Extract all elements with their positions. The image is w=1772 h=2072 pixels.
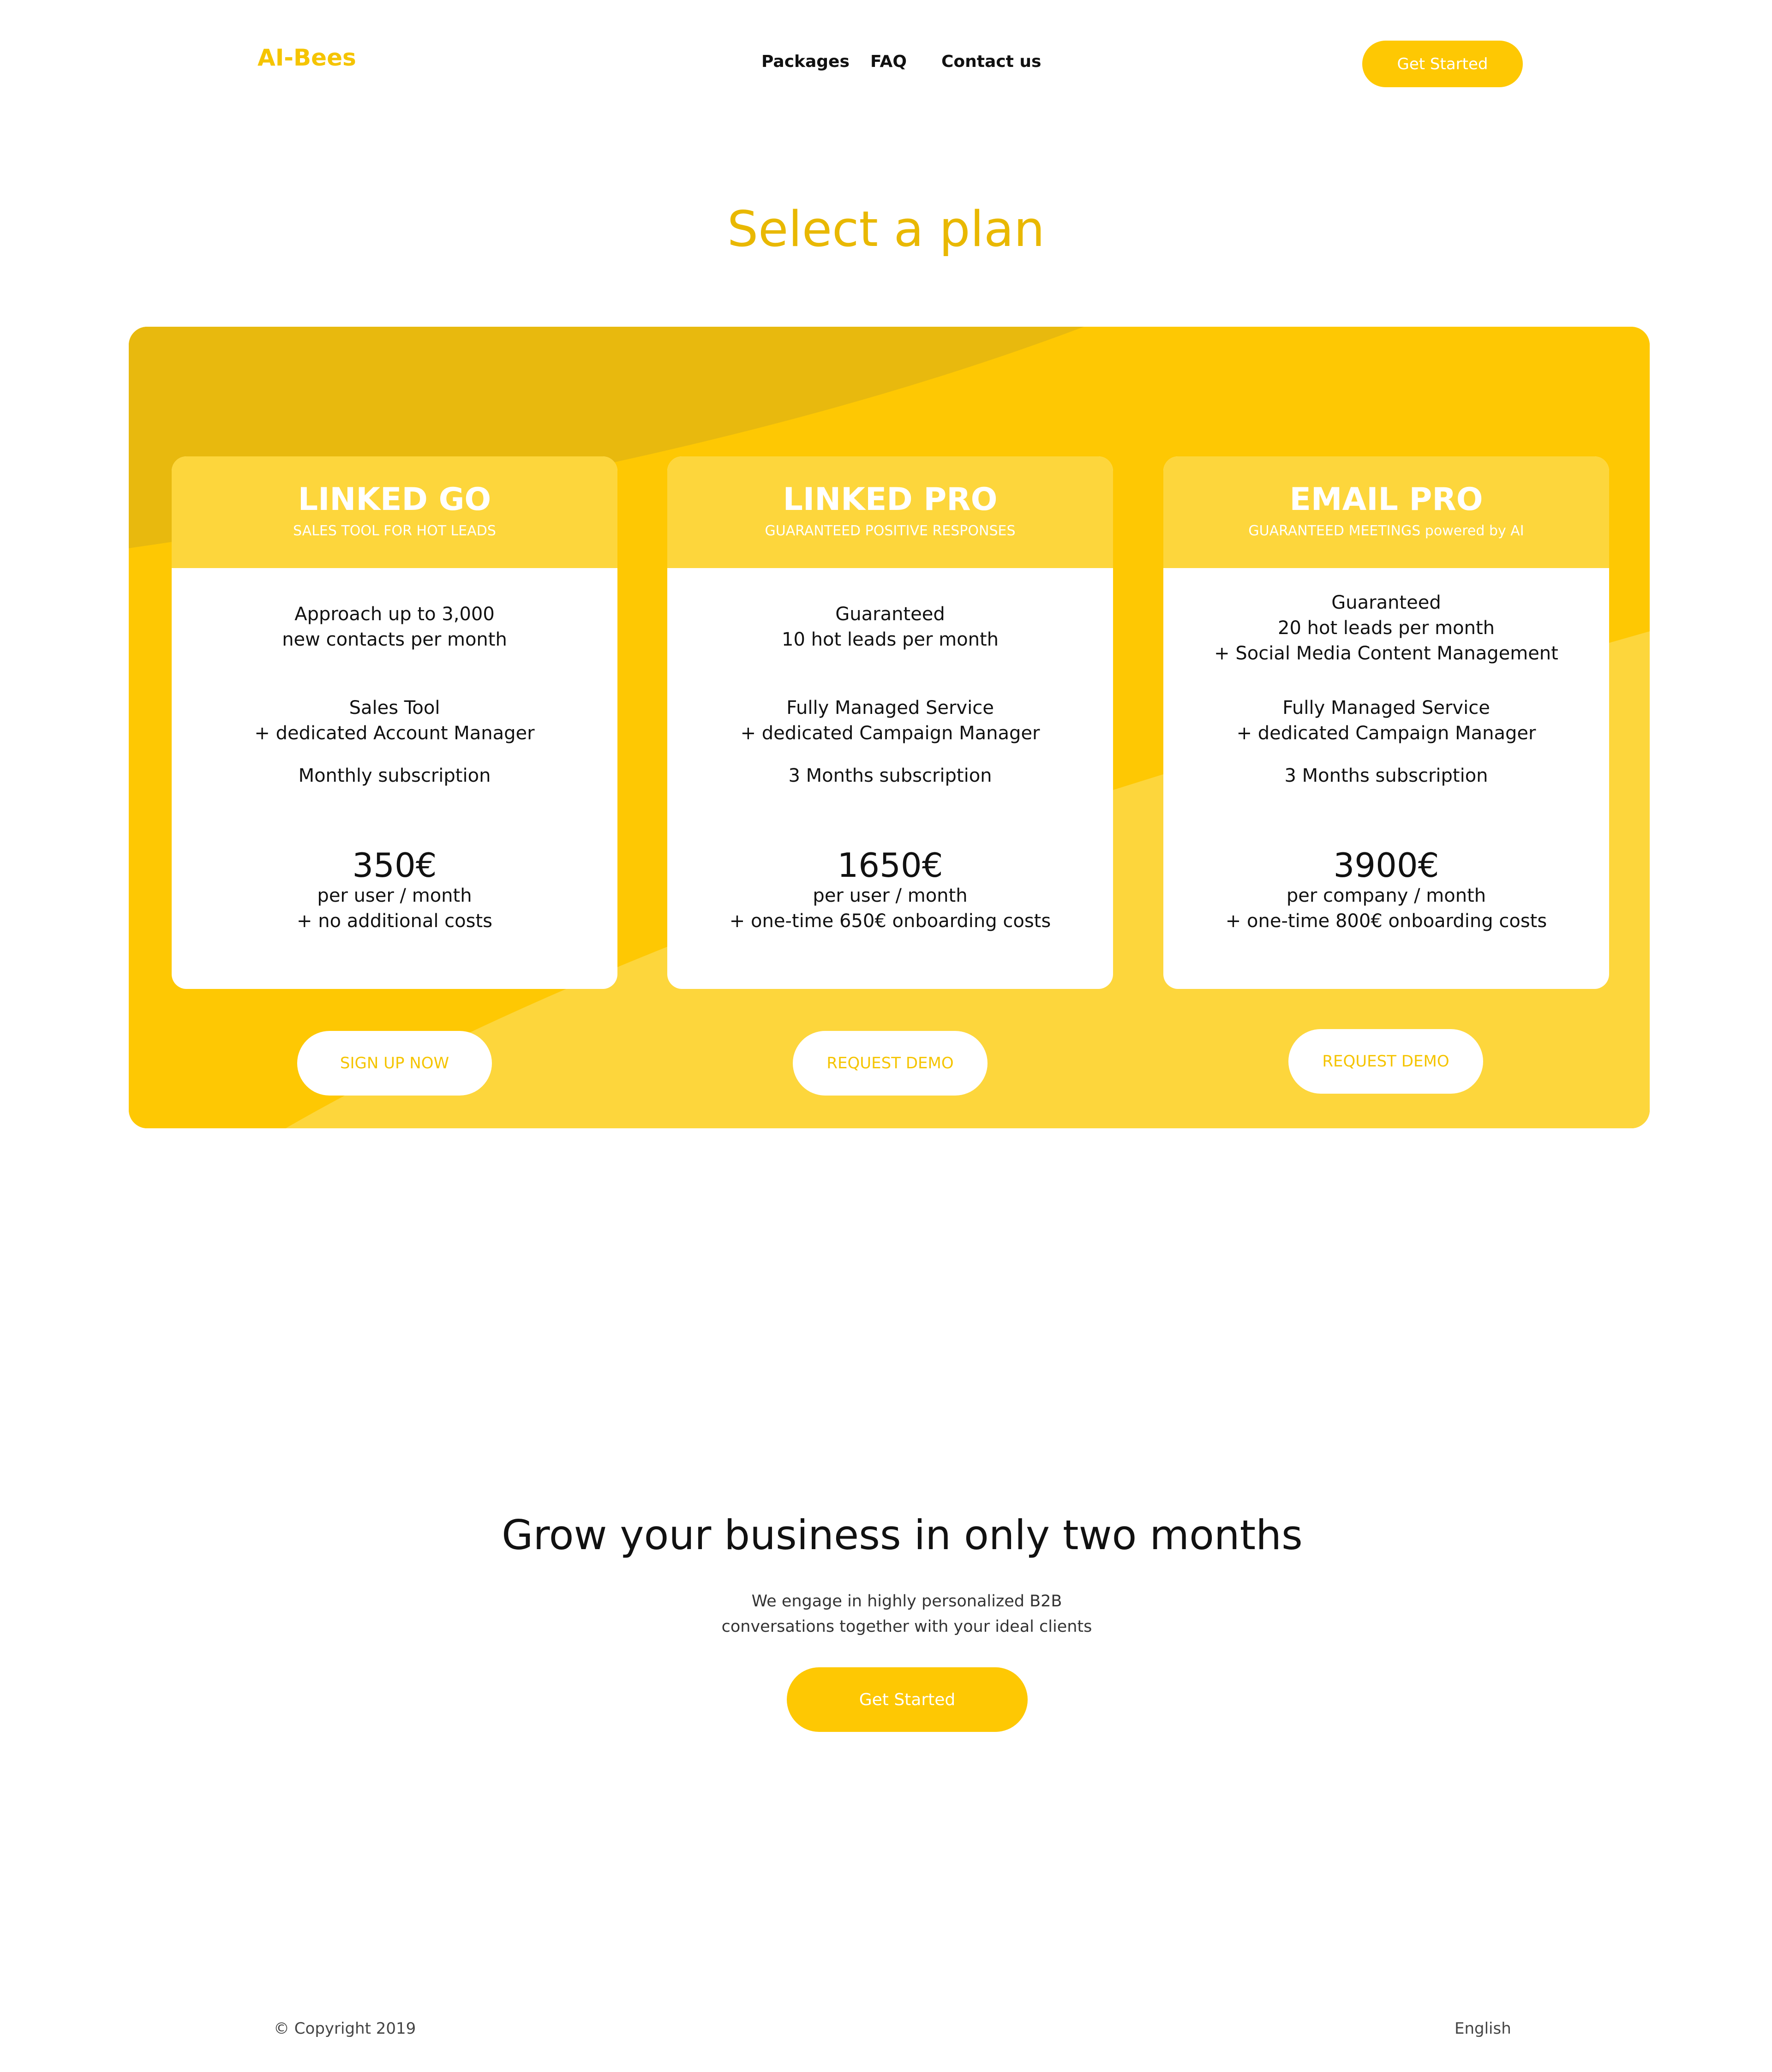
plan-price: 3900€ (1333, 846, 1439, 885)
grow-title: Grow your business in only two months (502, 1511, 1303, 1559)
feature-line: Monthly subscription (298, 765, 491, 786)
feature-line: new contacts per month (282, 629, 507, 650)
plan-tagline: SALES TOOL FOR HOT LEADS (293, 523, 496, 539)
plans-panel: LINKED GO SALES TOOL FOR HOT LEADS Appro… (129, 327, 1650, 1128)
feature-line: + Social Media Content Management (1214, 643, 1558, 664)
plan-card-linked-go: LINKED GO SALES TOOL FOR HOT LEADS Appro… (172, 456, 617, 989)
sign-up-now-button[interactable]: SIGN UP NOW (297, 1031, 492, 1096)
feature-line: + dedicated Account Manager (254, 723, 535, 744)
plan-tagline: GUARANTEED POSITIVE RESPONSES (765, 523, 1016, 539)
feature-line: + dedicated Campaign Manager (1236, 723, 1536, 744)
feature-line: Fully Managed Service (786, 697, 994, 719)
plan-name: LINKED GO (298, 481, 491, 518)
feature-line: Sales Tool (349, 697, 440, 719)
grow-description-line: conversations together with your ideal c… (721, 1617, 1092, 1636)
feature-line: 3 Months subscription (788, 765, 992, 786)
plan-card-header: LINKED GO SALES TOOL FOR HOT LEADS (172, 456, 617, 568)
plan-card-header: EMAIL PRO GUARANTEED MEETINGS powered by… (1163, 456, 1609, 568)
feature-line: Fully Managed Service (1282, 697, 1490, 719)
plan-feature: Monthly subscription (172, 763, 617, 789)
request-demo-button-email-pro[interactable]: REQUEST DEMO (1288, 1029, 1483, 1094)
price-note-line: per user / month (317, 885, 472, 906)
plan-feature: Fully Managed Service + dedicated Campai… (1163, 695, 1609, 746)
language-selector[interactable]: English (1455, 2019, 1511, 2038)
plan-feature: 3 Months subscription (1163, 763, 1609, 789)
price-note-line: + one-time 800€ onboarding costs (1225, 910, 1547, 932)
plan-tagline: GUARANTEED MEETINGS powered by AI (1248, 523, 1524, 539)
plan-feature: Guaranteed 10 hot leads per month (667, 602, 1113, 653)
plan-price-notes: per user / month + one-time 650€ onboard… (667, 883, 1113, 934)
plan-price-notes: per company / month + one-time 800€ onbo… (1163, 883, 1609, 934)
feature-line: Guaranteed (835, 604, 945, 625)
nav-packages[interactable]: Packages (761, 52, 850, 71)
plan-feature: Sales Tool + dedicated Account Manager (172, 695, 617, 746)
feature-line: Approach up to 3,000 (294, 604, 495, 625)
copyright-text: © Copyright 2019 (274, 2019, 416, 2038)
plan-feature: Guaranteed 20 hot leads per month + Soci… (1163, 590, 1609, 666)
select-plan-title: Select a plan (727, 201, 1045, 258)
plan-card-linked-pro: LINKED PRO GUARANTEED POSITIVE RESPONSES… (667, 456, 1113, 989)
feature-line: + dedicated Campaign Manager (740, 723, 1040, 744)
plan-feature: Approach up to 3,000 new contacts per mo… (172, 602, 617, 653)
plan-price-notes: per user / month + no additional costs (172, 883, 617, 934)
plan-name: EMAIL PRO (1289, 481, 1483, 518)
feature-line: 20 hot leads per month (1278, 617, 1495, 639)
plan-feature: Fully Managed Service + dedicated Campai… (667, 695, 1113, 746)
plan-price: 350€ (352, 846, 437, 885)
nav-contact-us[interactable]: Contact us (941, 52, 1041, 71)
price-note-line: per company / month (1286, 885, 1486, 906)
plan-feature: 3 Months subscription (667, 763, 1113, 789)
nav-faq[interactable]: FAQ (870, 52, 907, 71)
feature-line: 10 hot leads per month (782, 629, 999, 650)
grow-get-started-button[interactable]: Get Started (787, 1667, 1028, 1732)
price-note-line: + no additional costs (297, 910, 492, 932)
request-demo-button-linked-pro[interactable]: REQUEST DEMO (793, 1031, 988, 1096)
plan-price: 1650€ (837, 846, 943, 885)
plan-card-email-pro: EMAIL PRO GUARANTEED MEETINGS powered by… (1163, 456, 1609, 989)
grow-description: We engage in highly personalized B2B con… (0, 1589, 1772, 1640)
site-logo[interactable]: AI-Bees (257, 44, 356, 71)
feature-line: 3 Months subscription (1284, 765, 1488, 786)
grow-description-line: We engage in highly personalized B2B (751, 1592, 1062, 1611)
price-note-line: per user / month (813, 885, 968, 906)
price-note-line: + one-time 650€ onboarding costs (729, 910, 1051, 932)
header-get-started-button[interactable]: Get Started (1362, 41, 1523, 87)
plan-card-header: LINKED PRO GUARANTEED POSITIVE RESPONSES (667, 456, 1113, 568)
plan-name: LINKED PRO (783, 481, 998, 518)
feature-line: Guaranteed (1331, 592, 1441, 613)
